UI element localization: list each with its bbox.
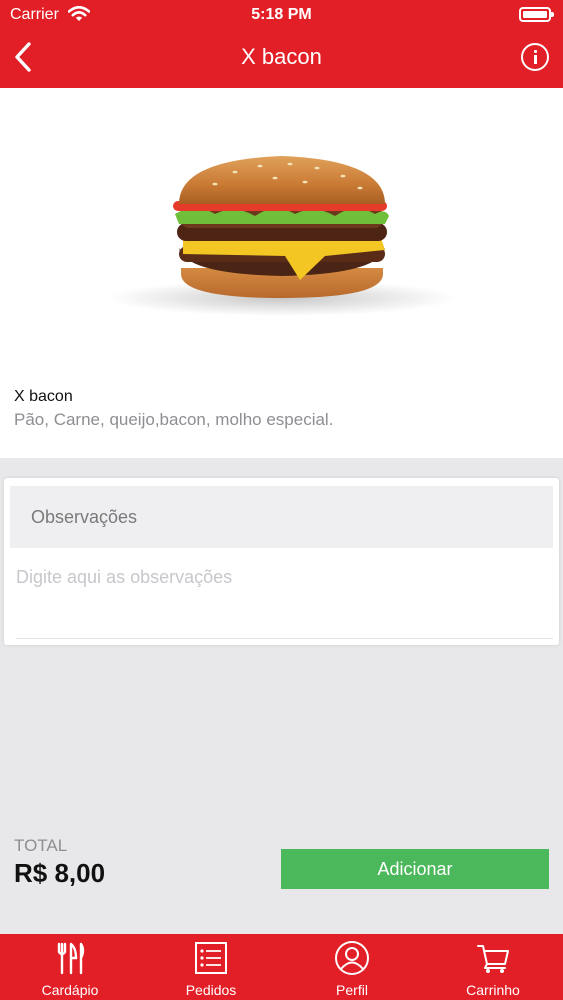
tab-cardapio[interactable]: Cardápio xyxy=(0,934,140,1000)
header: Carrier 5:18 PM X bacon xyxy=(0,0,563,88)
observations-card: Observações xyxy=(4,478,559,645)
product-description: Pão, Carne, queijo,bacon, molho especial… xyxy=(14,410,334,429)
user-icon xyxy=(335,941,369,975)
info-icon[interactable] xyxy=(521,43,549,71)
fork-knife-icon xyxy=(57,942,85,975)
tab-carrinho[interactable]: Carrinho xyxy=(423,934,563,1000)
divider xyxy=(16,638,553,639)
page-title: X bacon xyxy=(241,44,322,69)
tab-label: Carrinho xyxy=(466,982,520,998)
tab-label: Cardápio xyxy=(41,982,99,998)
add-button[interactable]: Adicionar xyxy=(281,849,549,889)
status-time: 5:18 PM xyxy=(251,6,312,23)
product-section: X bacon Pão, Carne, queijo,bacon, molho … xyxy=(0,88,563,458)
list-icon xyxy=(195,942,227,974)
battery-icon xyxy=(519,7,554,22)
burger-image xyxy=(107,156,457,316)
product-name: X bacon xyxy=(14,388,73,405)
total-label: TOTAL xyxy=(14,836,68,855)
tab-label: Perfil xyxy=(336,982,368,998)
tab-label: Pedidos xyxy=(185,982,237,998)
tab-pedidos[interactable]: Pedidos xyxy=(141,934,281,1000)
observations-input[interactable] xyxy=(16,560,544,594)
tab-perfil[interactable]: Perfil xyxy=(282,934,422,1000)
cart-icon xyxy=(477,945,509,973)
observations-header: Observações xyxy=(10,486,553,548)
tab-bar: Cardápio Pedidos Perfil Carrinho xyxy=(0,934,563,1000)
total-value: R$ 8,00 xyxy=(14,858,106,888)
status-bar: Carrier 5:18 PM xyxy=(0,0,563,30)
